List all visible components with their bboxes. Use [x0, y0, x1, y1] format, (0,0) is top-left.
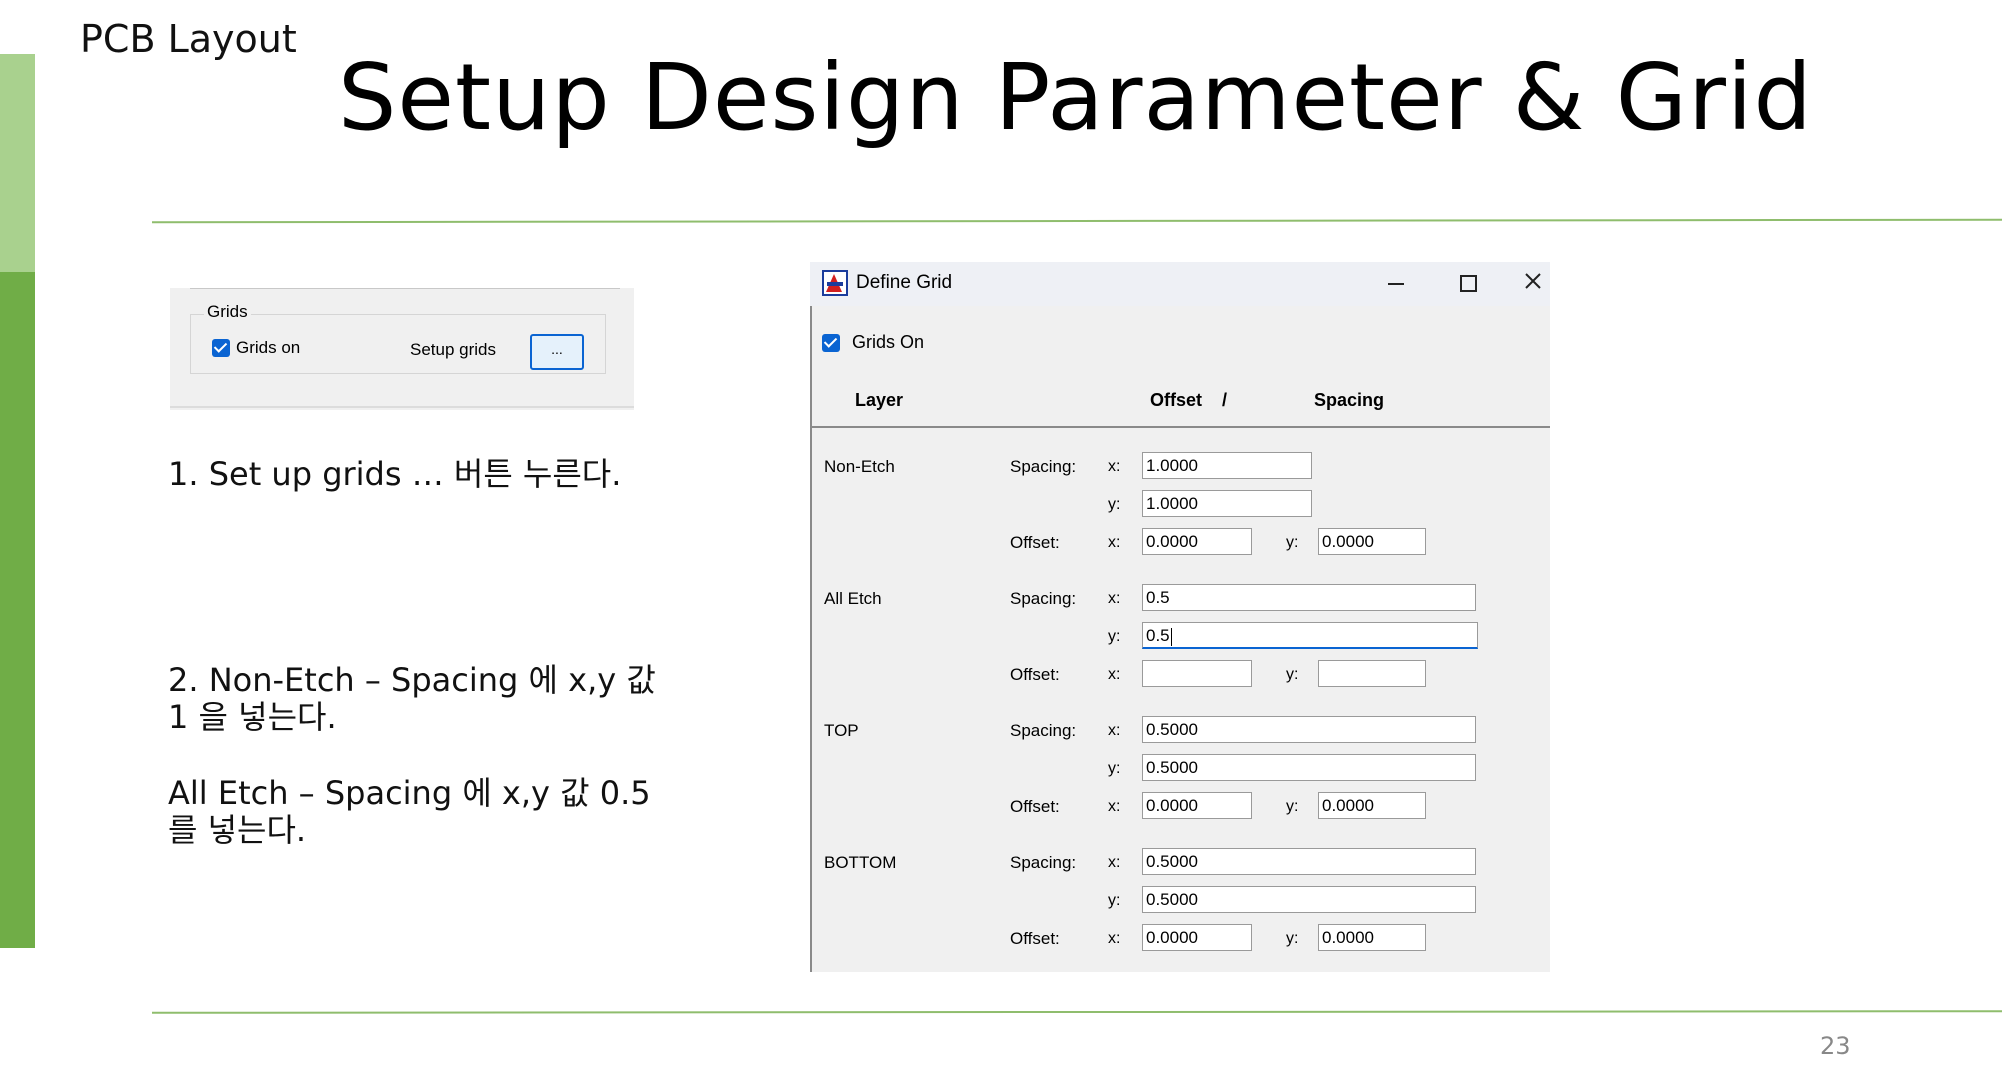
spacing-label: Spacing: — [1010, 853, 1077, 872]
offset-label: Offset: — [1010, 797, 1060, 816]
x-label: x: — [1108, 666, 1121, 683]
header-separator — [810, 426, 1550, 428]
app-logo-icon — [822, 270, 848, 296]
x-label: x: — [1108, 722, 1121, 739]
close-button[interactable] — [1518, 266, 1548, 300]
all-etch-spacing-x-input[interactable]: 0.5 — [1142, 584, 1476, 611]
instruction-text: 1. Set up grids … 버튼 누른다. — [168, 455, 622, 493]
spacing-label: Spacing: — [1010, 721, 1077, 740]
top-spacing-x-input[interactable]: 0.5000 — [1142, 716, 1476, 743]
offset-label: Offset: — [1010, 665, 1060, 684]
x-label: x: — [1108, 458, 1121, 475]
panel-bottom-edge — [170, 406, 634, 408]
y-label: y: — [1108, 760, 1121, 777]
grids-on-label: Grids on — [236, 338, 301, 357]
x-label: x: — [1108, 854, 1121, 871]
dialog-left-edge — [810, 306, 812, 972]
layer-name-non-etch: Non-Etch — [824, 457, 895, 476]
non-etch-spacing-y-input[interactable]: 1.0000 — [1142, 490, 1312, 517]
y-label: y: — [1108, 496, 1121, 513]
instruction-text: All Etch – Spacing 에 x,y 값 0.5를 넣는다. — [168, 774, 651, 849]
spacing-label: Spacing: — [1010, 457, 1077, 476]
y-label: y: — [1286, 666, 1299, 683]
all-etch-spacing-y-value: 0.5 — [1146, 626, 1170, 645]
offset-label: Offset: — [1010, 929, 1060, 948]
grids-group-title: Grids — [204, 302, 251, 322]
define-grid-window: Define Grid Grids On Layer Offset / Spac… — [810, 262, 1550, 972]
bottom-offset-x-input[interactable]: 0.0000 — [1142, 924, 1252, 951]
bottom-spacing-x-input[interactable]: 0.5000 — [1142, 848, 1476, 875]
all-etch-spacing-y-input[interactable]: 0.5 — [1142, 622, 1478, 649]
spacing-label: Spacing: — [1010, 589, 1077, 608]
minimize-icon — [1388, 282, 1404, 285]
x-label: x: — [1108, 534, 1121, 551]
document-label: PCB Layout — [80, 17, 297, 61]
instruction-step-3: All Etch – Spacing 에 x,y 값 0.5를 넣는다. — [168, 775, 658, 849]
all-etch-offset-x-input[interactable] — [1142, 660, 1252, 687]
spacing-column-header: Spacing — [1314, 390, 1385, 410]
accent-bar-dark — [0, 272, 35, 948]
close-icon — [1525, 273, 1541, 289]
bottom-spacing-y-input[interactable]: 0.5000 — [1142, 886, 1476, 913]
maximize-button[interactable] — [1448, 266, 1488, 300]
grids-on-checkbox[interactable]: Grids on — [212, 338, 300, 358]
accent-bar-light — [0, 54, 35, 272]
y-label: y: — [1108, 628, 1121, 645]
non-etch-spacing-x-input[interactable]: 1.0000 — [1142, 452, 1312, 479]
bottom-divider — [152, 1010, 2002, 1014]
slide-title: Setup Design Parameter & Grid — [338, 44, 1813, 151]
y-label: y: — [1286, 534, 1299, 551]
y-label: y: — [1286, 798, 1299, 815]
panel-top-edge — [190, 288, 620, 289]
offset-label: Offset: — [1010, 533, 1060, 552]
minimize-button[interactable] — [1376, 266, 1416, 300]
x-label: x: — [1108, 798, 1121, 815]
dialog-grids-on-checkbox[interactable]: Grids On — [822, 332, 924, 353]
layer-name-top: TOP — [824, 721, 859, 740]
y-label: y: — [1286, 930, 1299, 947]
y-label: y: — [1108, 892, 1121, 909]
top-spacing-y-input[interactable]: 0.5000 — [1142, 754, 1476, 781]
maximize-icon — [1459, 275, 1477, 293]
top-offset-x-input[interactable]: 0.0000 — [1142, 792, 1252, 819]
instruction-step-1: 1. Set up grids … 버튼 누른다. — [168, 456, 668, 493]
window-title: Define Grid — [856, 272, 953, 293]
text-caret — [1170, 627, 1172, 646]
all-etch-offset-y-input[interactable] — [1318, 660, 1426, 687]
top-divider — [152, 218, 2002, 224]
header-slash: / — [1222, 390, 1228, 410]
top-offset-y-input[interactable]: 0.0000 — [1318, 792, 1426, 819]
instruction-step-2: 2. Non-Etch – Spacing 에 x,y 값 1 을 넣는다. — [168, 662, 658, 736]
checkbox-checked-icon — [212, 339, 230, 357]
x-label: x: — [1108, 930, 1121, 947]
setup-grids-button[interactable]: ... — [530, 334, 584, 370]
offset-column-header: Offset — [1150, 390, 1203, 410]
non-etch-offset-x-input[interactable]: 0.0000 — [1142, 528, 1252, 555]
layer-column-header: Layer — [855, 390, 904, 410]
x-label: x: — [1108, 590, 1121, 607]
layer-name-bottom: BOTTOM — [824, 853, 897, 872]
bottom-offset-y-input[interactable]: 0.0000 — [1318, 924, 1426, 951]
instruction-text: 2. Non-Etch – Spacing 에 x,y 값 1 을 넣는다. — [168, 661, 656, 736]
layer-name-all-etch: All Etch — [824, 589, 882, 608]
setup-grids-label: Setup grids — [410, 340, 496, 359]
grids-panel: Grids Grids on Setup grids ... — [170, 288, 634, 410]
page-number: 23 — [1820, 1032, 1851, 1060]
checkbox-checked-icon — [822, 333, 840, 352]
dialog-grids-on-label: Grids On — [852, 332, 925, 352]
window-titlebar[interactable]: Define Grid — [810, 262, 1550, 306]
non-etch-offset-y-input[interactable]: 0.0000 — [1318, 528, 1426, 555]
